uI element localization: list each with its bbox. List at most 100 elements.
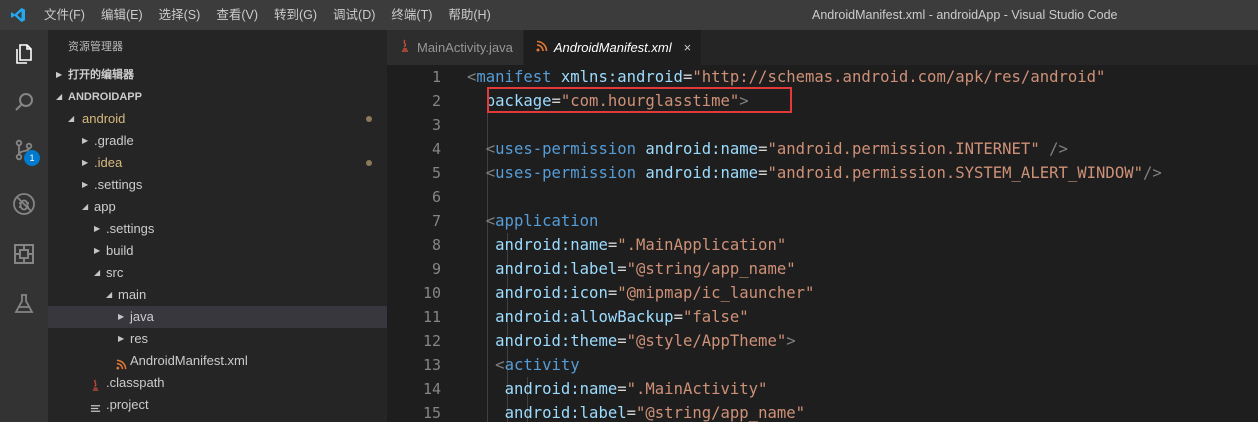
code-token: xmlns:android — [560, 68, 683, 86]
code-token: = — [682, 68, 693, 86]
code-text[interactable]: <uses-permission android:name="android.p… — [467, 161, 1162, 185]
code-text[interactable]: android:label="@string/app_name" — [467, 401, 805, 422]
tree-item[interactable]: ▶ .gradle — [48, 130, 387, 152]
code-text[interactable]: android:name=".MainActivity" — [467, 377, 768, 401]
chevron-right-icon: ▶ — [94, 246, 101, 255]
search-icon[interactable] — [0, 78, 48, 126]
chevron-down-icon: ◢ — [106, 290, 113, 299]
code-line: 11 android:allowBackup="false" — [387, 305, 1258, 329]
menu-item[interactable]: 调试(D) — [325, 0, 383, 30]
chevron-down-icon: ◢ — [56, 92, 63, 101]
tree-item[interactable]: AndroidManifest.xml — [48, 350, 387, 372]
source-control-icon[interactable]: 1 — [0, 126, 48, 174]
menu-item[interactable]: 帮助(H) — [440, 0, 498, 30]
tree-item[interactable]: ▶ build — [48, 240, 387, 262]
tab-android-manifest[interactable]: AndroidManifest.xml × — [523, 30, 703, 65]
rss-xml-file-icon — [536, 40, 548, 55]
tree-item[interactable]: ◢ android — [48, 108, 387, 130]
chevron-right-icon: ▶ — [82, 180, 89, 189]
open-editors-section[interactable]: ▶ 打开的编辑器 — [48, 64, 387, 86]
code-text[interactable]: android:theme="@style/AppTheme"> — [467, 329, 795, 353]
tree-item[interactable]: ▶ .settings — [48, 218, 387, 240]
line-number: 10 — [422, 284, 441, 302]
tab-main-activity[interactable]: MainActivity.java — [387, 30, 524, 65]
tree-item[interactable]: ▶ .settings — [48, 174, 387, 196]
menu-item[interactable]: 编辑(E) — [93, 0, 151, 30]
tab-label: MainActivity.java — [417, 40, 513, 55]
code-token: android:name — [504, 380, 618, 398]
workspace-section[interactable]: ◢ ANDROIDAPP — [48, 86, 387, 108]
tree-item[interactable]: ◢ main — [48, 284, 387, 306]
tree-item-label: .project — [106, 397, 149, 412]
menu-item[interactable]: 转到(G) — [266, 0, 325, 30]
code-text[interactable]: android:icon="@mipmap/ic_launcher" — [467, 281, 814, 305]
line-number: 6 — [431, 188, 441, 206]
workspace-label: ANDROIDAPP — [68, 91, 142, 103]
code-token: android:allowBackup — [495, 308, 674, 326]
menu-item[interactable]: 终端(T) — [383, 0, 440, 30]
code-text[interactable]: android:label="@string/app_name" — [467, 257, 795, 281]
code-token: "android.permission.INTERNET" — [767, 140, 1040, 158]
tree-item[interactable]: ▶ res — [48, 328, 387, 350]
chevron-down-icon: ◢ — [68, 114, 75, 123]
code-token: = — [607, 284, 618, 302]
line-number: 2 — [431, 92, 441, 110]
code-text[interactable]: <activity — [467, 353, 580, 377]
code-text[interactable]: android:name=".MainApplication" — [467, 233, 786, 257]
code-token: = — [626, 404, 637, 422]
code-editor[interactable]: 1 <manifest xmlns:android="http://schemas… — [387, 65, 1258, 422]
line-number: 12 — [422, 332, 441, 350]
tree-item[interactable]: ◢ app — [48, 196, 387, 218]
scm-badge: 1 — [24, 150, 40, 166]
code-line: 9 android:label="@string/app_name" — [387, 257, 1258, 281]
tree-item[interactable]: ▶ java — [48, 306, 387, 328]
line-number: 15 — [422, 404, 441, 422]
code-line: 5 <uses-permission android:name="android… — [387, 161, 1258, 185]
menu-item[interactable]: 文件(F) — [36, 0, 93, 30]
explorer-sidebar: 资源管理器 ▶ 打开的编辑器 ◢ ANDROIDAPP ◢ android ▶ .gr… — [48, 30, 387, 422]
tree-item-label: .classpath — [106, 375, 165, 390]
code-text[interactable]: <uses-permission android:name="android.p… — [467, 137, 1068, 161]
code-token: android:label — [504, 404, 627, 422]
tree-item[interactable]: ▶ .idea — [48, 152, 387, 174]
code-token: ".MainActivity" — [626, 380, 768, 398]
chevron-down-icon: ◢ — [94, 268, 101, 277]
code-token: activity — [504, 356, 580, 374]
extensions-icon[interactable] — [0, 230, 48, 278]
vscode-logo-icon — [0, 0, 36, 30]
menu-item[interactable]: 选择(S) — [151, 0, 209, 30]
code-line: 15 android:label="@string/app_name" — [387, 401, 1258, 422]
code-token: "@string/app_name" — [636, 404, 806, 422]
menu-item[interactable]: 查看(V) — [208, 0, 266, 30]
code-text[interactable]: android:allowBackup="false" — [467, 305, 749, 329]
line-number: 11 — [422, 308, 441, 326]
line-number: 3 — [431, 116, 441, 134]
code-token: uses-permission — [495, 164, 636, 182]
code-text[interactable]: <manifest xmlns:android="http://schemas.… — [467, 65, 1105, 89]
code-text[interactable]: <application — [467, 209, 599, 233]
code-line: 8 android:name=".MainApplication" — [387, 233, 1258, 257]
tree-item[interactable]: .classpath — [48, 372, 387, 394]
tree-item[interactable]: .project — [48, 394, 387, 416]
code-token: "android.permission.SYSTEM_ALERT_WINDOW" — [767, 164, 1143, 182]
test-flask-icon[interactable] — [0, 280, 48, 328]
java-file-icon — [399, 39, 411, 56]
close-icon[interactable]: × — [684, 40, 692, 55]
line-number: 5 — [431, 164, 441, 182]
tree-item[interactable]: ◢ src — [48, 262, 387, 284]
code-token: android:icon — [495, 284, 608, 302]
code-token: "@mipmap/ic_launcher" — [617, 284, 815, 302]
chevron-down-icon: ◢ — [82, 202, 89, 211]
code-token: "false" — [682, 308, 749, 326]
debug-icon[interactable] — [0, 180, 48, 228]
code-line: 10 android:icon="@mipmap/ic_launcher" — [387, 281, 1258, 305]
code-line: 4 <uses-permission android:name="android… — [387, 137, 1258, 161]
code-token: < — [467, 68, 477, 86]
title-bar: 文件(F) 编辑(E) 选择(S) 查看(V) 转到(G) 调试(D) 终端(T) 帮助(H)… — [0, 0, 1258, 30]
files-icon[interactable] — [0, 30, 48, 78]
